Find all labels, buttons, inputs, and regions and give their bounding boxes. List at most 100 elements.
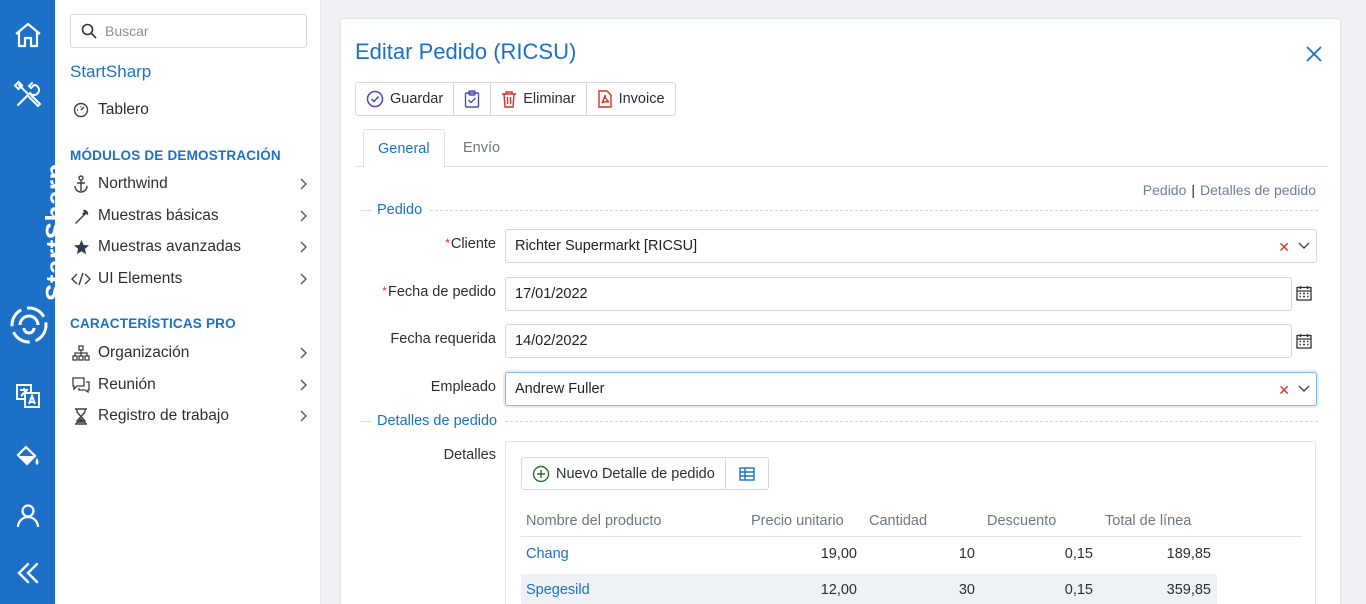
cell-total: 359,85 — [1166, 582, 1211, 598]
sidebar-title[interactable]: StartSharp — [70, 62, 151, 82]
chevron-down-icon[interactable] — [1298, 239, 1310, 255]
clipboard-check-icon — [465, 90, 480, 108]
column-header[interactable]: Cantidad — [869, 513, 927, 529]
client-label: *Cliente — [445, 236, 496, 252]
sidebar-item-organization[interactable]: Organización — [70, 339, 310, 367]
new-detail-button[interactable]: Nuevo Detalle de pedido — [522, 458, 726, 489]
chevron-right-icon — [298, 272, 308, 290]
category-order: Pedido — [361, 202, 1318, 218]
sidebar-item-label: Reunión — [98, 376, 156, 393]
sidebar-item-label: Registro de trabajo — [98, 407, 229, 424]
sidebar-item-dashboard[interactable]: Tablero — [70, 96, 310, 124]
column-header[interactable]: Precio unitario — [751, 513, 844, 529]
employee-value: Andrew Fuller — [515, 381, 605, 397]
section-pro-heading: CARACTERÍSTICAS PRO — [70, 316, 236, 331]
chevron-right-icon — [298, 240, 308, 258]
org-chart-icon — [70, 343, 92, 363]
apply-changes-button[interactable] — [454, 83, 492, 115]
sidebar-item-northwind[interactable]: Northwind — [70, 170, 310, 198]
section-demo-heading: MÓDULOS DE DEMOSTRACIÓN — [70, 148, 281, 163]
sidebar-item-label: Tablero — [98, 101, 149, 118]
column-header[interactable]: Descuento — [987, 513, 1056, 529]
table-row[interactable]: Chang 19,00 10 0,15 189,85 — [521, 538, 1217, 574]
chevron-down-icon[interactable] — [1298, 382, 1310, 398]
translate-icon[interactable] — [0, 374, 55, 418]
crumb-order-link[interactable]: Pedido — [1143, 182, 1187, 198]
order-date-value: 17/01/2022 — [515, 286, 588, 302]
search-icon — [81, 23, 97, 39]
collapse-icon[interactable] — [0, 551, 55, 595]
column-picker-button[interactable] — [726, 458, 768, 489]
chat-icon — [70, 375, 92, 395]
delete-button[interactable]: Eliminar — [491, 83, 587, 115]
sidebar-item-label: UI Elements — [98, 270, 183, 287]
gauge-icon — [70, 100, 92, 120]
invoice-button[interactable]: Invoice — [587, 83, 675, 115]
tab-general[interactable]: General — [363, 129, 445, 168]
delete-label: Eliminar — [523, 91, 576, 107]
cell-price: 19,00 — [820, 546, 857, 562]
grid-toolbar: Nuevo Detalle de pedido — [521, 457, 769, 490]
table-row[interactable]: Spegesild 12,00 30 0,15 359,85 — [521, 574, 1217, 604]
cell-quantity: 10 — [958, 546, 975, 562]
trash-icon — [502, 91, 517, 108]
user-icon[interactable] — [0, 493, 55, 537]
home-icon[interactable] — [0, 13, 55, 57]
new-detail-label: Nuevo Detalle de pedido — [556, 465, 715, 482]
details-label: Detalles — [443, 447, 496, 463]
pdf-file-icon — [597, 90, 612, 108]
calendar-icon[interactable] — [1296, 333, 1314, 351]
clear-icon[interactable]: ✕ — [1278, 382, 1290, 399]
sidebar-item-meeting[interactable]: Reunión — [70, 371, 310, 399]
sidebar: StartSharp Tablero MÓDULOS DE DEMOSTRACI… — [55, 0, 321, 604]
paint-bucket-icon[interactable] — [0, 434, 55, 478]
check-circle-icon — [366, 90, 384, 108]
cell-quantity: 30 — [958, 582, 975, 598]
code-icon — [70, 269, 92, 289]
sidebar-item-advanced-samples[interactable]: Muestras avanzadas — [70, 233, 310, 261]
sidebar-item-label: Muestras avanzadas — [98, 238, 242, 255]
required-date-label: Fecha requerida — [390, 331, 496, 347]
logo-icon — [10, 306, 48, 344]
sidebar-item-basic-samples[interactable]: Muestras básicas — [70, 202, 310, 230]
search-box[interactable] — [70, 14, 307, 48]
sidebar-item-work-log[interactable]: Registro de trabajo — [70, 402, 310, 430]
close-icon[interactable] — [1303, 43, 1325, 65]
table-icon — [739, 466, 755, 481]
dialog-toolbar: Guardar Eliminar Invoice — [355, 82, 676, 116]
column-header[interactable]: Nombre del producto — [526, 513, 661, 529]
sidebar-item-label: Muestras básicas — [98, 207, 219, 224]
clear-icon[interactable]: ✕ — [1278, 239, 1290, 256]
order-dialog: Editar Pedido (RICSU) Guardar Eliminar I… — [340, 18, 1341, 604]
plus-circle-icon — [532, 465, 550, 482]
search-input[interactable] — [105, 23, 295, 39]
tab-shipping[interactable]: Envío — [449, 129, 514, 167]
save-button[interactable]: Guardar — [356, 83, 455, 115]
category-order-title[interactable]: Pedido — [377, 202, 422, 218]
product-link[interactable]: Spegesild — [526, 582, 590, 598]
column-header[interactable]: Total de línea — [1105, 513, 1191, 529]
product-link[interactable]: Chang — [526, 546, 569, 562]
category-details-title[interactable]: Detalles de pedido — [377, 413, 497, 429]
sidebar-item-ui-elements[interactable]: UI Elements — [70, 265, 310, 293]
tools-icon[interactable] — [0, 73, 55, 117]
order-date-input[interactable]: 17/01/2022 — [505, 277, 1292, 311]
crumb-details-link[interactable]: Detalles de pedido — [1200, 182, 1316, 198]
cell-total: 189,85 — [1166, 546, 1211, 562]
invoice-label: Invoice — [618, 91, 665, 107]
required-date-value: 14/02/2022 — [515, 333, 588, 349]
employee-select[interactable]: Andrew Fuller ✕ — [505, 372, 1317, 406]
app-rail: StartSharp — [0, 0, 70, 604]
calendar-icon[interactable] — [1296, 285, 1314, 303]
tab-bar: General Envío — [355, 129, 1328, 168]
required-date-input[interactable]: 14/02/2022 — [505, 324, 1292, 358]
order-details-grid: Nuevo Detalle de pedido Nombre del produ… — [505, 441, 1316, 604]
required-mark: * — [445, 236, 450, 250]
wrench-icon — [70, 206, 92, 226]
cell-discount: 0,15 — [1064, 546, 1093, 562]
grid-header: Nombre del producto Precio unitario Cant… — [521, 505, 1302, 537]
dialog-title: Editar Pedido (RICSU) — [355, 39, 577, 64]
client-select[interactable]: Richter Supermarkt [RICSU] ✕ — [505, 229, 1317, 263]
crumb-separator: | — [1191, 182, 1196, 198]
chevron-right-icon — [298, 409, 308, 427]
